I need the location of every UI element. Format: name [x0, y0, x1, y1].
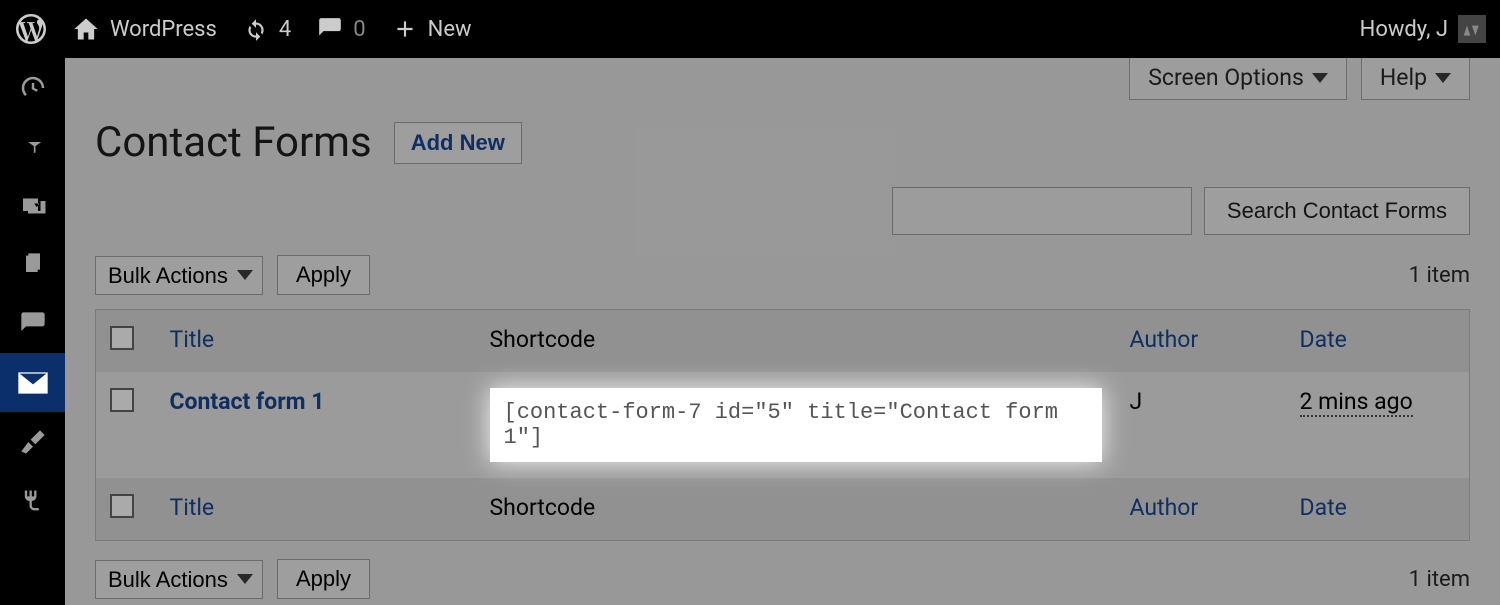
adminbar-comments[interactable]: 0: [317, 16, 365, 42]
screen-options-label: Screen Options: [1148, 64, 1304, 91]
content-area: Screen Options Help Contact Forms Add Ne…: [65, 58, 1500, 605]
comment-icon: [317, 16, 343, 42]
sidebar-item-pages[interactable]: [0, 235, 65, 294]
wordpress-logo-icon[interactable]: [16, 14, 46, 44]
screen-options-tab[interactable]: Screen Options: [1129, 58, 1347, 100]
add-new-button[interactable]: Add New: [394, 122, 522, 164]
sidebar-item-contact[interactable]: [0, 353, 65, 412]
appearance-icon: [19, 428, 47, 456]
mail-icon: [17, 367, 49, 399]
sidebar-item-dashboard[interactable]: [0, 58, 65, 117]
sidebar-item-posts[interactable]: [0, 117, 65, 176]
shortcode-value[interactable]: [contact-form-7 id="5" title="Contact fo…: [490, 388, 1102, 462]
refresh-icon: [243, 16, 269, 42]
plus-icon: [392, 16, 418, 42]
col-date[interactable]: Date: [1286, 310, 1470, 373]
home-icon: [72, 15, 100, 43]
admin-sidebar: [0, 58, 65, 605]
col-author[interactable]: Author: [1116, 310, 1286, 373]
dashboard-icon: [18, 73, 48, 103]
help-tab[interactable]: Help: [1361, 58, 1470, 100]
adminbar-updates[interactable]: 4: [243, 16, 291, 42]
media-icon: [18, 191, 48, 221]
sidebar-item-comments[interactable]: [0, 294, 65, 353]
col-date-foot[interactable]: Date: [1286, 478, 1470, 541]
comments-count: 0: [353, 17, 365, 42]
col-title[interactable]: Title: [156, 310, 476, 373]
row-author: J: [1116, 372, 1286, 478]
sidebar-item-media[interactable]: [0, 176, 65, 235]
pin-icon: [19, 133, 47, 161]
howdy-text: Howdy, J: [1360, 17, 1448, 42]
item-count: 1 item: [1409, 263, 1470, 288]
admin-bar: WordPress 4 0 New Howdy, J: [0, 0, 1500, 58]
select-all-checkbox-bottom[interactable]: [110, 494, 134, 518]
item-count-bottom: 1 item: [1409, 567, 1470, 592]
adminbar-home[interactable]: WordPress: [72, 15, 217, 43]
bulk-actions-select-bottom[interactable]: Bulk Actions: [95, 560, 263, 599]
col-shortcode-foot: Shortcode: [476, 478, 1116, 541]
plugins-icon: [19, 487, 47, 515]
search-input[interactable]: [892, 187, 1192, 235]
comment-icon: [19, 310, 47, 338]
sidebar-item-plugins[interactable]: [0, 471, 65, 530]
bulk-actions-select[interactable]: Bulk Actions: [95, 256, 263, 295]
apply-button[interactable]: Apply: [277, 255, 370, 295]
new-label: New: [428, 17, 472, 42]
forms-table: Title Shortcode Author Date Contact form…: [95, 309, 1470, 541]
row-checkbox[interactable]: [110, 388, 134, 412]
apply-button-bottom[interactable]: Apply: [277, 559, 370, 599]
chevron-down-icon: [1312, 73, 1328, 83]
row-date: 2 mins ago: [1300, 388, 1413, 417]
avatar: [1458, 15, 1486, 43]
site-name: WordPress: [110, 17, 217, 42]
col-title-foot[interactable]: Title: [156, 478, 476, 541]
search-button[interactable]: Search Contact Forms: [1204, 187, 1470, 235]
help-label: Help: [1380, 64, 1427, 91]
row-title-link[interactable]: Contact form 1: [170, 388, 325, 415]
chevron-down-icon: [1435, 73, 1451, 83]
page-title: Contact Forms: [95, 118, 372, 167]
adminbar-user[interactable]: Howdy, J: [1360, 15, 1500, 43]
col-shortcode: Shortcode: [476, 310, 1116, 373]
sidebar-item-appearance[interactable]: [0, 412, 65, 471]
select-all-checkbox[interactable]: [110, 326, 134, 350]
table-row: Contact form 1 [contact-form-7 id="5" ti…: [96, 372, 1470, 478]
pages-icon: [19, 251, 47, 279]
updates-count: 4: [279, 17, 291, 42]
col-author-foot[interactable]: Author: [1116, 478, 1286, 541]
adminbar-new[interactable]: New: [392, 16, 472, 42]
